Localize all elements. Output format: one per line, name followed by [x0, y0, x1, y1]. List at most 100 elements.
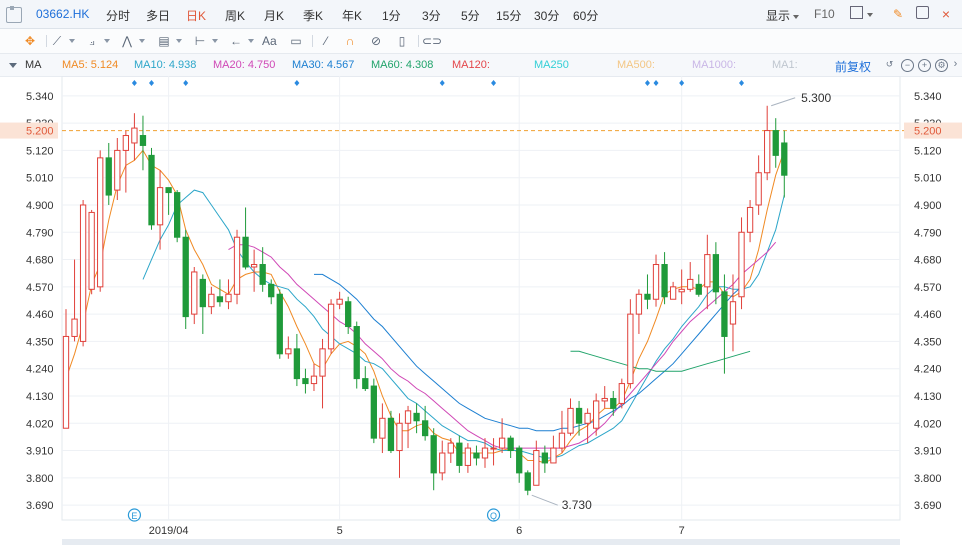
- display-label: 显示: [766, 9, 791, 23]
- y-tick-label: 3.800: [26, 473, 54, 485]
- timeframe-intraday[interactable]: 分时: [106, 7, 130, 24]
- event-marker[interactable]: [183, 80, 189, 86]
- timeframe-weekly[interactable]: 周K: [225, 7, 245, 24]
- event-marker[interactable]: [294, 80, 300, 86]
- candle: [456, 435, 463, 473]
- event-marker[interactable]: [439, 80, 445, 86]
- hide-drawings-icon[interactable]: ⊘: [366, 32, 386, 50]
- link-icon[interactable]: ⊂⊃: [422, 32, 442, 50]
- horizontal-scrollbar[interactable]: [62, 539, 900, 545]
- candle-body: [473, 452, 480, 459]
- candle-body: [669, 286, 677, 300]
- more-icon[interactable]: ›: [950, 59, 961, 70]
- candle-body: [379, 417, 386, 439]
- candle: [635, 289, 643, 334]
- zoom-in-icon[interactable]: +: [918, 59, 931, 72]
- y-tick-label: 4.570: [914, 282, 942, 294]
- candle: [524, 470, 531, 496]
- trash-icon[interactable]: ▯: [392, 32, 412, 50]
- timeframe-yearly[interactable]: 年K: [342, 7, 362, 24]
- candle-body: [729, 301, 737, 325]
- candle-body: [558, 432, 566, 449]
- candle: [490, 438, 497, 466]
- candle: [601, 386, 608, 409]
- ma-legend-bar: MA MA5: 5.124 MA10: 4.938 MA20: 4.750 MA…: [0, 54, 962, 77]
- candle-body: [191, 271, 198, 315]
- pencil-icon[interactable]: ✎: [890, 6, 906, 22]
- text-tool[interactable]: Aa: [262, 32, 277, 50]
- event-marker[interactable]: [131, 80, 137, 86]
- candle-body: [336, 298, 343, 305]
- range-tool-icon[interactable]: ⊢: [190, 32, 218, 50]
- timeframe-60min[interactable]: 60分: [573, 7, 598, 24]
- square-icon[interactable]: [848, 6, 864, 22]
- candle: [584, 408, 591, 444]
- arrow-tool-icon[interactable]: ←: [226, 32, 254, 50]
- f10-button[interactable]: F10: [814, 7, 835, 21]
- candle: [122, 130, 130, 193]
- chevron-down-icon[interactable]: [9, 63, 17, 68]
- magnet-icon[interactable]: ∩: [340, 32, 360, 50]
- line-tool-icon[interactable]: ⟋: [47, 32, 75, 50]
- candle: [575, 400, 583, 436]
- candle-body: [601, 397, 608, 402]
- stock-chart-app: { "toolbar": { "symbol": "03662.HK", "ti…: [0, 0, 962, 545]
- comment-tool-icon[interactable]: ▭: [286, 32, 306, 50]
- candle: [225, 279, 232, 310]
- candles: [62, 105, 788, 496]
- candle: [764, 105, 771, 181]
- timeframe-daily[interactable]: 日K: [186, 7, 206, 24]
- candle-body: [302, 378, 309, 385]
- ma1-value: MA1:: [772, 59, 798, 71]
- style-menu[interactable]: [864, 7, 873, 21]
- fib-tool-icon[interactable]: ▤: [154, 32, 182, 50]
- timeframe-1min[interactable]: 1分: [382, 7, 401, 24]
- event-marker[interactable]: [739, 80, 745, 86]
- candle: [97, 150, 104, 292]
- candle-body: [174, 192, 181, 238]
- close-icon[interactable]: ×: [938, 6, 954, 22]
- ma500-value: MA500:: [617, 59, 655, 71]
- timeframe-multiday[interactable]: 多日: [146, 7, 170, 24]
- crosshair-move-icon[interactable]: ✥: [20, 32, 40, 50]
- event-marker[interactable]: [653, 80, 659, 86]
- candle: [148, 147, 155, 230]
- event-marker[interactable]: [491, 80, 497, 86]
- y-tick-label: 4.460: [26, 309, 54, 321]
- event-marker[interactable]: [149, 80, 155, 86]
- timeframe-5min[interactable]: 5分: [461, 7, 480, 24]
- symbol-label[interactable]: 03662.HK: [36, 7, 89, 21]
- candle-body: [370, 385, 377, 439]
- candle-body: [516, 447, 523, 474]
- timeframe-3min[interactable]: 3分: [422, 7, 441, 24]
- adjust-mode-button[interactable]: 前复权: [835, 58, 871, 75]
- undo-icon[interactable]: ↺: [884, 59, 895, 70]
- candle: [567, 398, 574, 436]
- eraser-icon[interactable]: ⁄: [316, 32, 336, 50]
- candle-body: [396, 422, 403, 452]
- candle-body: [541, 452, 549, 464]
- ray-tool-icon[interactable]: ⟓: [82, 32, 110, 50]
- candle-body: [139, 135, 147, 146]
- timeframe-monthly[interactable]: 月K: [264, 7, 284, 24]
- timeframe-15min[interactable]: 15分: [496, 7, 521, 24]
- display-menu[interactable]: 显示: [766, 7, 800, 24]
- settings-icon[interactable]: ⚙: [935, 59, 948, 72]
- toolbar-divider: [418, 35, 419, 47]
- y-tick-label: 5.340: [914, 91, 942, 103]
- candle: [302, 368, 309, 394]
- restore-window-icon[interactable]: [914, 6, 930, 22]
- y-tick-label: 3.910: [26, 446, 54, 458]
- candlestick-chart[interactable]: 2019/04567 5.3405.2305.1205.0104.9004.79…: [0, 76, 962, 539]
- top-toolbar: 03662.HK 分时 多日 日K 周K 月K 季K 年K 1分 3分 5分 1…: [0, 0, 962, 29]
- timeframe-quarterly[interactable]: 季K: [303, 7, 323, 24]
- event-marker[interactable]: [679, 80, 685, 86]
- candle: [669, 281, 677, 300]
- candle: [71, 259, 78, 342]
- candle: [781, 130, 788, 198]
- event-marker[interactable]: [644, 80, 650, 86]
- zoom-out-icon[interactable]: −: [901, 59, 914, 72]
- wave-tool-icon[interactable]: ⋀: [117, 32, 145, 50]
- timeframe-30min[interactable]: 30分: [534, 7, 559, 24]
- current-price-label: 5.200: [914, 126, 942, 138]
